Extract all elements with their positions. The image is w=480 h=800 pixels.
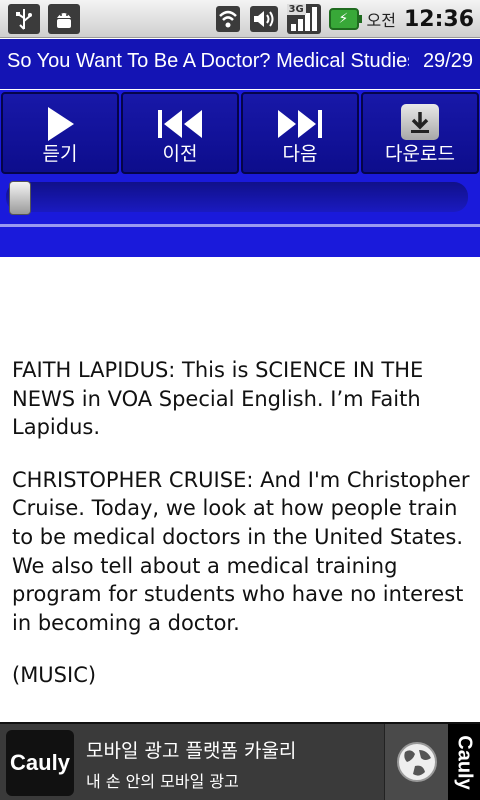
next-icon (278, 110, 322, 138)
network-type-label: 3G (286, 4, 306, 15)
title-bar: So You Want To Be A Doctor? Medical Stud… (0, 39, 480, 89)
article-paragraph: FAITH LAPIDUS: This is SCIENCE IN THE NE… (12, 358, 424, 440)
episode-title: So You Want To Be A Doctor? Medical Stud… (7, 50, 409, 72)
download-button-label: 다운로드 (385, 143, 455, 165)
download-button[interactable]: 다운로드 (361, 92, 479, 174)
previous-button-label: 이전 (162, 143, 198, 165)
play-button-label: 듣기 (42, 143, 78, 165)
clock-time: 12:36 (403, 6, 474, 32)
ad-title: 모바일 광고 플랫폼 카울리 (86, 740, 297, 762)
article-paragraph: CHRISTOPHER CRUISE: And I'm Christopher … (12, 467, 470, 635)
wifi-icon (215, 6, 240, 32)
previous-icon (158, 110, 202, 138)
cauly-side-tab[interactable]: Cauly (448, 724, 480, 800)
article-body: FAITH LAPIDUS: This is SCIENCE IN THE NE… (12, 356, 470, 714)
previous-button[interactable]: 이전 (121, 92, 239, 174)
seek-bar[interactable] (6, 181, 468, 215)
cauly-logo[interactable]: Cauly (6, 730, 74, 796)
episode-counter: 29/29 (422, 50, 473, 72)
seek-thumb[interactable] (9, 181, 31, 215)
article-paragraph: (MUSIC) (12, 663, 97, 688)
divider (0, 224, 480, 227)
clock-ampm: 오전 (366, 11, 396, 30)
download-icon (401, 104, 439, 140)
status-bar: 3G ⚡ 오전 12:36 (0, 0, 480, 38)
signal-icon: 3G (286, 4, 321, 34)
next-button-label: 다음 (282, 143, 318, 165)
cauly-logo-text: Cauly (10, 750, 70, 775)
ad-subtitle: 내 손 안의 모바일 광고 (86, 772, 239, 791)
next-button[interactable]: 다음 (241, 92, 359, 174)
play-button[interactable]: 듣기 (1, 92, 119, 174)
usb-icon (8, 4, 40, 34)
ad-banner[interactable]: Cauly 모바일 광고 플랫폼 카울리 내 손 안의 모바일 광고 Cauly (0, 722, 480, 800)
android-debug-icon (48, 4, 80, 34)
volume-icon (249, 6, 278, 32)
play-icon (48, 107, 74, 141)
battery-charging-icon: ⚡ (328, 8, 362, 30)
globe-icon[interactable] (384, 724, 448, 800)
player-controls: 듣기 이전 다음 다운로드 (0, 90, 480, 257)
cauly-side-label: Cauly (453, 734, 476, 790)
